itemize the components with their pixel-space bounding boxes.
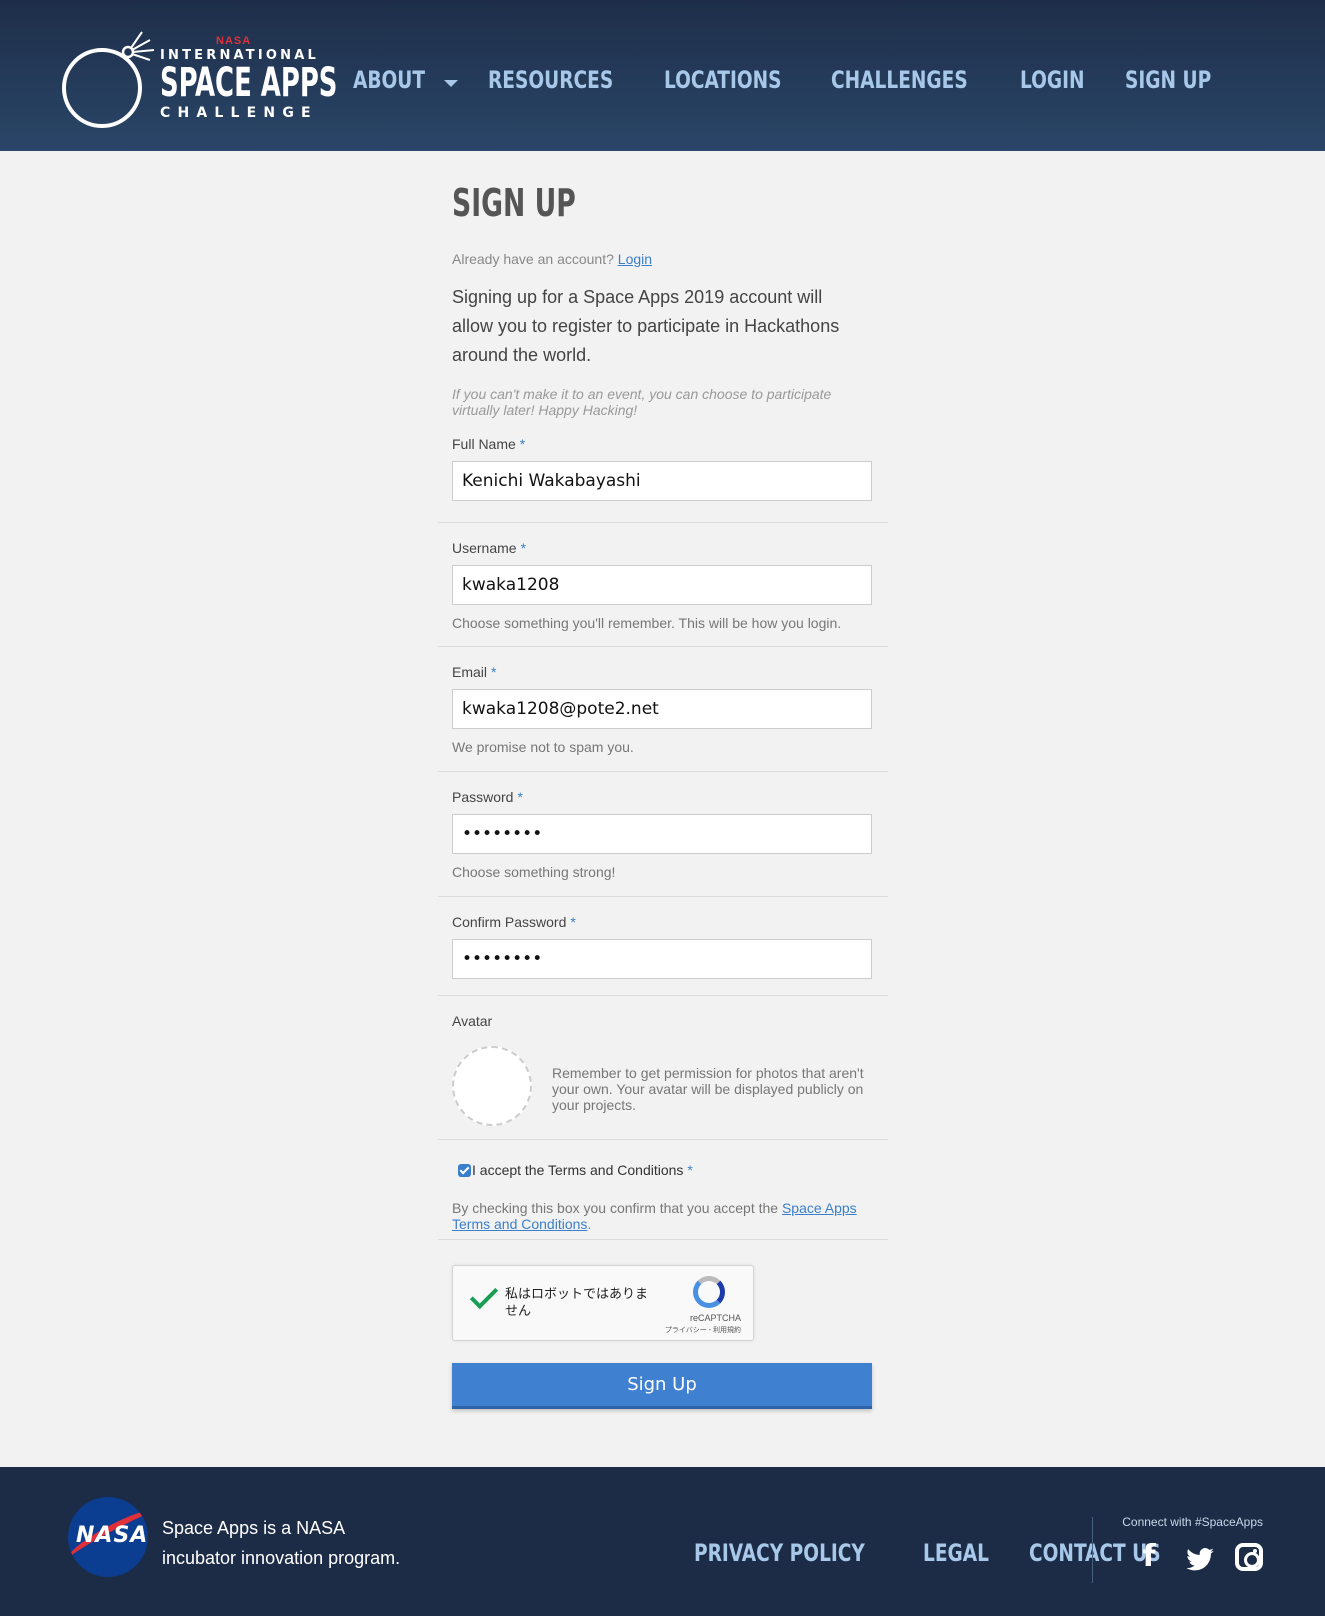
footer-divider	[1092, 1517, 1093, 1583]
avatar-help: Remember to get permission for photos th…	[552, 1065, 864, 1113]
nav-about[interactable]: ABOUT	[353, 66, 459, 94]
username-help: Choose something you'll remember. This w…	[452, 615, 842, 631]
email-help: We promise not to spam you.	[452, 739, 634, 755]
password-field: Password * •••••••• Choose something stro…	[438, 772, 888, 897]
social-links: f	[1133, 1539, 1263, 1575]
main-nav: ABOUT RESOURCES LOCATIONS CHALLENGES LOG…	[353, 66, 1225, 94]
login-link[interactable]: Login	[618, 251, 652, 267]
confirm-password-input[interactable]: ••••••••	[452, 939, 872, 979]
connect-text: Connect with #SpaceApps	[1122, 1515, 1263, 1529]
footer-privacy-policy[interactable]: PRIVACY POLICY	[694, 1539, 865, 1567]
footer-tagline: Space Apps is a NASA incubator innovatio…	[162, 1518, 401, 1568]
already-have-account: Already have an account? Login	[452, 251, 652, 267]
facebook-icon[interactable]: f	[1133, 1539, 1165, 1575]
logo-space-apps-text: SPACE APPS	[160, 60, 338, 106]
recaptcha-widget[interactable]: 私はロボットではありません reCAPTCHA プライバシー - 利用規約	[452, 1265, 754, 1341]
nav-challenges[interactable]: CHALLENGES	[831, 66, 968, 94]
satellite-antenna-icon	[121, 31, 155, 61]
terms-help: By checking this box you confirm that yo…	[452, 1200, 857, 1232]
nav-about-link[interactable]: ABOUT	[353, 66, 425, 94]
caret-down-icon[interactable]	[444, 80, 459, 88]
password-input[interactable]: ••••••••	[452, 814, 872, 854]
recaptcha-logo-icon	[693, 1276, 725, 1308]
note-text: If you can't make it to an event, you ca…	[452, 386, 832, 418]
nasa-logo-text: NASA	[76, 1523, 148, 1548]
nav-login[interactable]: LOGIN	[1020, 66, 1085, 94]
full-name-label: Full Name *	[452, 436, 526, 452]
username-field: Username * kwaka1208 Choose something you…	[438, 523, 888, 647]
username-input[interactable]: kwaka1208	[452, 565, 872, 605]
avatar-label: Avatar	[452, 1013, 493, 1029]
avatar-upload[interactable]	[452, 1046, 532, 1126]
nav-locations[interactable]: LOCATIONS	[664, 66, 782, 94]
password-help: Choose something strong!	[452, 864, 616, 880]
username-label: Username *	[452, 540, 527, 556]
email-label: Email *	[452, 664, 497, 680]
email-input[interactable]: kwaka1208@pote2.net	[452, 689, 872, 729]
checkmark-icon[interactable]	[469, 1280, 499, 1310]
page-title: SIGN UP	[452, 181, 576, 225]
confirm-password-field: Confirm Password * ••••••••	[438, 897, 888, 996]
terms-label[interactable]: I accept the Terms and Conditions *	[472, 1162, 693, 1178]
password-label: Password *	[452, 789, 523, 805]
intro-text: Signing up for a Space Apps 2019 account…	[452, 287, 840, 365]
recaptcha-text: 私はロボットではありません	[505, 1287, 649, 1319]
confirm-password-label: Confirm Password *	[452, 914, 576, 930]
space-apps-logo[interactable]: NASA INTERNATIONAL SPACE APPS CHALLENGE	[62, 26, 337, 128]
footer-nav: PRIVACY POLICY LEGAL CONTACT US	[694, 1539, 1182, 1567]
already-text: Already have an account?	[452, 251, 614, 267]
logo-nasa-text: NASA	[216, 35, 252, 47]
avatar-field: Avatar Remember to get permission for ph…	[438, 996, 888, 1140]
full-name-input[interactable]: Kenichi Wakabayashi	[452, 461, 872, 501]
recaptcha-links[interactable]: プライバシー - 利用規約	[665, 1325, 741, 1335]
email-field: Email * kwaka1208@pote2.net We promise no…	[438, 647, 888, 772]
full-name-field: Full Name * Kenichi Wakabayashi	[438, 431, 888, 523]
nav-signup[interactable]: SIGN UP	[1125, 66, 1211, 94]
terms-field: I accept the Terms and Conditions * By ch…	[438, 1140, 888, 1240]
logo-challenge-text: CHALLENGE	[160, 105, 318, 121]
footer-legal[interactable]: LEGAL	[923, 1539, 989, 1567]
terms-checkbox[interactable]	[458, 1164, 471, 1177]
signup-button[interactable]: Sign Up	[452, 1363, 872, 1409]
twitter-icon[interactable]	[1185, 1545, 1215, 1575]
instagram-icon[interactable]	[1235, 1543, 1263, 1571]
recaptcha-brand: reCAPTCHA	[689, 1313, 741, 1323]
site-footer: NASA Space Apps is a NASA incubator inno…	[0, 1467, 1325, 1616]
nasa-logo[interactable]: NASA	[68, 1497, 148, 1577]
nav-resources[interactable]: RESOURCES	[488, 66, 613, 94]
site-header: NASA INTERNATIONAL SPACE APPS CHALLENGE …	[0, 0, 1325, 151]
